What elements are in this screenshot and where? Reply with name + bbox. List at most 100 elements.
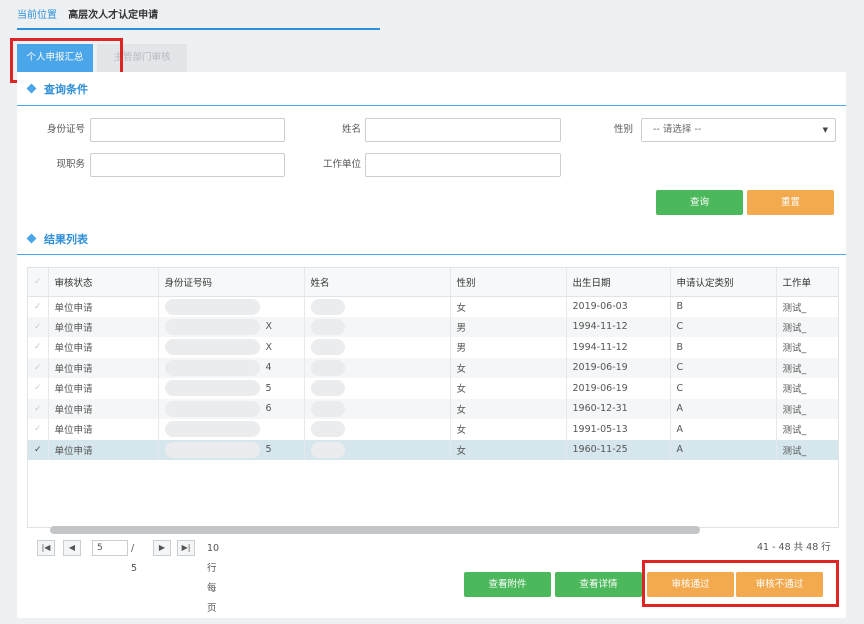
cell-birth-date: 1960-12-31 [566,398,671,419]
cell-name [304,316,451,337]
table-row[interactable]: ✓ 单位申请 女 2019-06-03 B 测试_ [28,296,838,317]
table-body: ✓ 单位申请女 2019-06-03 B 测试_ ✓ 单位申请 X 男 1994-11-12 C 测试… [28,296,838,460]
row-checkbox[interactable]: ✓ [28,337,49,358]
id-number-tail: 4 [265,362,272,374]
redacted-mask [310,298,345,315]
cell-id-number: X [158,337,305,358]
cell-category: A [670,419,777,440]
cell-gender: 女 [450,357,567,378]
column-header-category[interactable]: 申请认定类别 [670,268,777,297]
first-page-icon[interactable]: |◀ [37,540,55,556]
column-header-employer[interactable]: 工作单 [776,268,838,297]
cell-gender: 男 [450,337,567,358]
row-checkbox[interactable]: ✓ [28,439,49,460]
id-number-tail: 5 [265,444,272,456]
search-button[interactable]: 查询 [656,190,743,215]
row-checkbox[interactable]: ✓ [28,398,49,419]
cell-birth-date: 1960-11-25 [566,439,671,460]
cell-status: 单位申请 [48,357,159,378]
results-section-divider [17,254,846,255]
results-section-title: 结果列表 [26,232,88,248]
reset-button[interactable]: 重置 [747,190,834,215]
view-detail-button[interactable]: 查看详情 [555,572,642,597]
last-page-icon[interactable]: ▶| [177,540,195,556]
cell-gender: 男 [450,316,567,337]
cell-birth-date: 2019-06-19 [566,357,671,378]
table-row[interactable]: ✓ 单位申请 女 1991-05-13 A 测试_ [28,419,838,440]
cell-name [304,419,451,440]
cell-gender: 女 [450,398,567,419]
cell-employer: 测试_ [776,398,838,419]
id-number-tail: X [265,341,273,353]
horizontal-scrollbar[interactable] [50,526,700,534]
table-row[interactable]: ✓ 单位申请 X 男 1994-11-12 B 测试_ [28,337,838,358]
position-label: 现职务 [56,159,85,170]
cell-status: 单位申请 [48,439,159,460]
gender-select[interactable]: -- 请选择 -- ▼ [641,118,836,142]
table-row[interactable]: ✓ 单位申请 5 女 1960-11-25 A 测试_ [28,439,838,460]
row-checkbox[interactable]: ✓ [28,296,49,317]
select-all-checkbox[interactable]: ✓ [28,268,49,297]
row-checkbox[interactable]: ✓ [28,419,49,440]
row-checkbox[interactable]: ✓ [28,316,49,337]
employer-label: 工作单位 [322,159,361,170]
table-row[interactable]: ✓ 单位申请 6 女 1960-12-31 A 测试_ [28,398,838,419]
row-checkbox[interactable]: ✓ [28,357,49,378]
cell-name [304,439,451,460]
query-section-divider [17,105,846,106]
redacted-mask [164,318,260,335]
cell-status: 单位申请 [48,419,159,440]
next-page-icon[interactable]: ▶ [153,540,171,556]
cell-category: B [670,296,777,317]
rows-per-page-text[interactable]: 10 行每页 [207,539,219,619]
diamond-icon [26,233,37,244]
table-row[interactable]: ✓ 单位申请 X 男 1994-11-12 C 测试_ [28,316,838,337]
cell-gender: 女 [450,378,567,399]
table-row[interactable]: ✓ 单位申请 4 女 2019-06-19 C 测试_ [28,357,838,378]
cell-employer: 测试_ [776,337,838,358]
cell-name [304,337,451,358]
redacted-mask [164,441,260,458]
highlight-box-actions [642,560,839,607]
id-number-input[interactable] [90,118,285,142]
redacted-mask [310,441,345,458]
position-input[interactable] [90,153,285,177]
id-number-tail: X [265,321,273,333]
cell-birth-date: 2019-06-03 [566,296,671,317]
cell-category: A [670,398,777,419]
gender-label: 性别 [613,124,633,135]
cell-id-number: 6 [158,398,305,419]
column-header-name[interactable]: 姓名 [304,268,451,297]
cell-category: C [670,378,777,399]
cell-name [304,296,451,317]
name-input[interactable] [365,118,561,142]
row-checkbox[interactable]: ✓ [28,378,49,399]
cell-birth-date: 1994-11-12 [566,316,671,337]
id-number-label: 身份证号 [46,124,85,135]
table-header-row: ✓ 审核状态 身份证号码 姓名 性别 出生日期 申请认定类别 工作单 [28,268,838,297]
cell-gender: 女 [450,296,567,317]
cell-status: 单位申请 [48,398,159,419]
page-number-input[interactable]: 5 [92,540,128,556]
prev-page-icon[interactable]: ◀ [63,540,81,556]
employer-input[interactable] [365,153,561,177]
column-header-gender[interactable]: 性别 [450,268,567,297]
cell-id-number: 4 [158,357,305,378]
redacted-mask [310,359,345,376]
column-header-status[interactable]: 审核状态 [48,268,159,297]
diamond-icon [26,83,37,94]
id-number-tail: 6 [265,403,272,415]
table-row[interactable]: ✓ 单位申请 5 女 2019-06-19 C 测试_ [28,378,838,399]
cell-name [304,378,451,399]
breadcrumb-location-link[interactable]: 当前位置 [17,10,57,21]
total-pages-text: / 5 [131,543,138,574]
column-header-birth-date[interactable]: 出生日期 [566,268,671,297]
cell-employer: 测试_ [776,378,838,399]
cell-employer: 测试_ [776,439,838,460]
column-header-id-number[interactable]: 身份证号码 [158,268,305,297]
cell-id-number: 5 [158,378,305,399]
cell-status: 单位申请 [48,296,159,317]
view-attachment-button[interactable]: 查看附件 [464,572,551,597]
breadcrumb: 当前位置 高层次人才认定申请 [17,8,380,30]
gender-select-value: -- 请选择 -- [653,124,702,135]
